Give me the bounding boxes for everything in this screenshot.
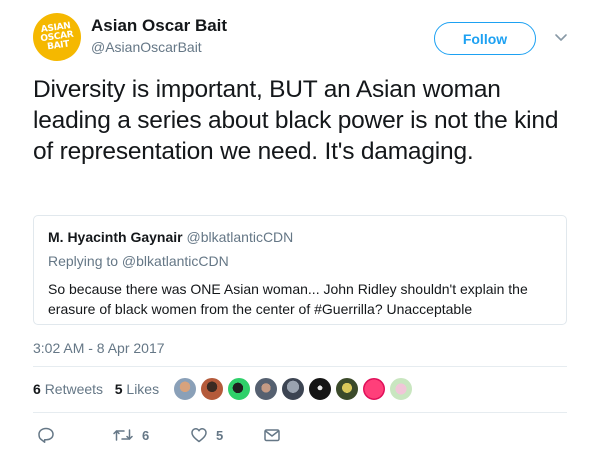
follow-button[interactable]: Follow bbox=[434, 22, 536, 55]
retweets-stat[interactable]: 6 Retweets bbox=[33, 381, 103, 397]
tweet-actions: 6 5 bbox=[33, 424, 293, 446]
retweets-label: Retweets bbox=[44, 381, 104, 397]
quoted-author-handle: @blkatlanticCDN bbox=[186, 229, 294, 245]
reply-button[interactable] bbox=[37, 424, 55, 446]
chevron-down-icon[interactable] bbox=[551, 27, 571, 47]
liker-avatar[interactable] bbox=[308, 377, 332, 401]
tweet-header: ASIAN OSCAR BAIT Asian Oscar Bait @Asian… bbox=[29, 9, 573, 65]
account-handle[interactable]: @AsianOscarBait bbox=[91, 39, 202, 55]
liker-avatar[interactable] bbox=[200, 377, 224, 401]
retweets-count: 6 bbox=[33, 381, 41, 397]
liker-avatar[interactable] bbox=[335, 377, 359, 401]
divider bbox=[33, 366, 567, 367]
like-count: 5 bbox=[216, 427, 224, 443]
tweet-text: Diversity is important, BUT an Asian wom… bbox=[33, 76, 559, 165]
liker-avatar[interactable] bbox=[254, 377, 278, 401]
reply-icon bbox=[38, 427, 54, 443]
direct-message-button[interactable] bbox=[263, 424, 281, 446]
liker-avatar[interactable] bbox=[281, 377, 305, 401]
liker-avatar[interactable] bbox=[227, 377, 251, 401]
quoted-author: M. Hyacinth Gaynair @blkatlanticCDN bbox=[48, 229, 293, 245]
likes-label: Likes bbox=[126, 381, 160, 397]
liker-avatar[interactable] bbox=[389, 377, 413, 401]
tweet-stats: 6 Retweets 5 Likes bbox=[33, 381, 159, 397]
account-name[interactable]: Asian Oscar Bait bbox=[91, 16, 227, 36]
quoted-tweet[interactable]: M. Hyacinth Gaynair @blkatlanticCDN Repl… bbox=[33, 215, 567, 325]
account-avatar[interactable]: ASIAN OSCAR BAIT bbox=[29, 9, 85, 65]
retweet-count: 6 bbox=[142, 427, 150, 443]
liker-avatar[interactable] bbox=[362, 377, 386, 401]
retweet-button[interactable]: 6 bbox=[112, 424, 149, 446]
likes-stat[interactable]: 5 Likes bbox=[115, 381, 159, 397]
tweet-timestamp[interactable]: 3:02 AM - 8 Apr 2017 bbox=[33, 340, 165, 356]
like-button[interactable]: 5 bbox=[190, 424, 223, 446]
quoted-text: So because there was ONE Asian woman... … bbox=[48, 281, 528, 317]
quoted-replying-to: Replying to @blkatlanticCDN bbox=[48, 253, 229, 269]
likes-count: 5 bbox=[114, 381, 123, 397]
retweet-icon bbox=[113, 429, 133, 441]
liker-avatar[interactable] bbox=[173, 377, 197, 401]
heart-icon bbox=[191, 428, 207, 443]
quoted-author-name: M. Hyacinth Gaynair bbox=[48, 229, 183, 245]
envelope-icon bbox=[264, 429, 280, 442]
logo-line-3: BAIT bbox=[46, 38, 70, 52]
divider bbox=[33, 412, 567, 413]
